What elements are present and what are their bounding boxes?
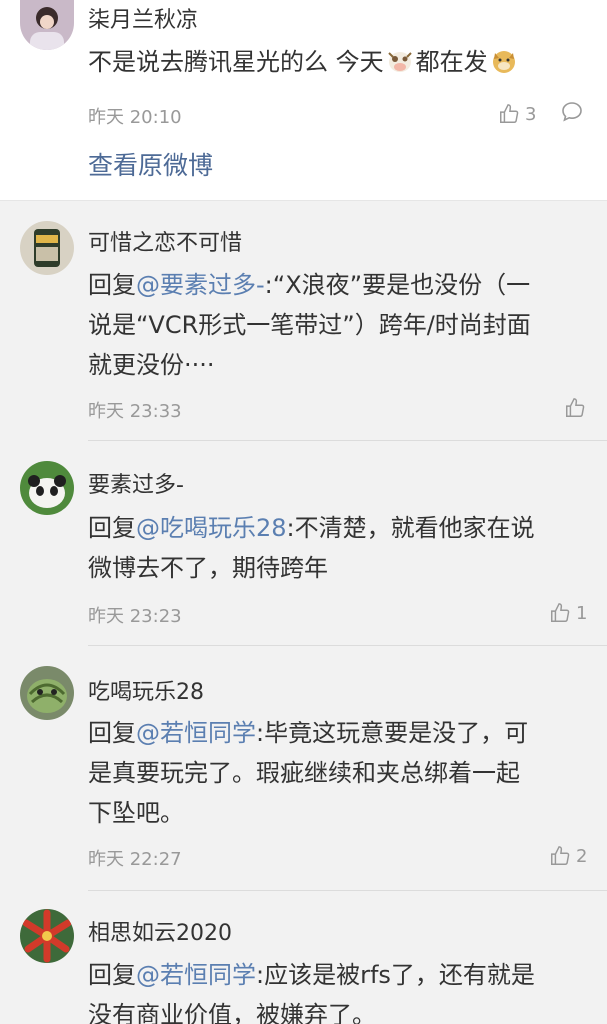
original-comment-card: 柒月兰秋凉 不是说去腾讯星光的么 今天 都在发 昨天 20:10 3 查看原微博 [0, 0, 607, 201]
reply-line: 说是“VCR形式一笔带过”）跨年/时尚封面 [88, 311, 531, 339]
reply-text: 回复@若恒同学:毕竟这玩意要是没了，可 是真要玩完了。瑕疵继续和夹总绑着一起 下… [88, 713, 588, 833]
view-original-link[interactable]: 查看原微博 [88, 146, 213, 182]
like-count: 2 [576, 845, 588, 867]
reply-line: :“X浪夜”要是也没份（一 [264, 271, 531, 299]
mention-link[interactable]: @若恒同学 [136, 719, 256, 747]
avatar[interactable] [20, 221, 74, 275]
reply-line: :毕竟这玩意要是没了，可 [256, 719, 529, 747]
comment-text-part2: 都在发 [415, 48, 488, 76]
reply-line: 没有商业价值，被嫌弃了。 [88, 1001, 376, 1024]
reply-text: 回复@要素过多-:“X浪夜”要是也没份（一 说是“VCR形式一笔带过”）跨年/时… [88, 265, 588, 385]
reply-item: 要素过多- 回复@吃喝玩乐28:不清楚，就看他家在说 微博去不了，期待跨年 昨天… [0, 441, 607, 646]
reply-line: 是真要玩完了。瑕疵继续和夹总绑着一起 [88, 759, 520, 787]
reply-item: 可惜之恋不可惜 回复@要素过多-:“X浪夜”要是也没份（一 说是“VCR形式一笔… [0, 201, 607, 441]
reply-item: 吃喝玩乐28 回复@若恒同学:毕竟这玩意要是没了，可 是真要玩完了。瑕疵继续和夹… [0, 646, 607, 891]
thumbs-up-icon [551, 846, 570, 865]
like-button[interactable]: 3 [498, 101, 536, 127]
mention-link[interactable]: @吃喝玩乐28 [136, 514, 287, 542]
comment-icon[interactable] [560, 100, 586, 126]
cow-emoji [386, 46, 414, 72]
like-count: 3 [525, 103, 537, 125]
thumbs-up-icon [500, 104, 519, 123]
username[interactable]: 吃喝玩乐28 [88, 674, 204, 706]
reply-line: 就更没份···· [88, 351, 215, 379]
username[interactable]: 柒月兰秋凉 [88, 2, 198, 34]
reply-time: 昨天 23:23 [88, 606, 182, 627]
reply-prefix: 回复 [88, 719, 136, 747]
mention-link[interactable]: @要素过多- [136, 271, 265, 299]
comment-text-part1: 不是说去腾讯星光的么 今天 [88, 48, 384, 76]
username[interactable]: 可惜之恋不可惜 [88, 225, 242, 257]
doge-emoji [490, 46, 518, 73]
avatar[interactable] [20, 909, 74, 963]
avatar[interactable] [20, 461, 74, 515]
reply-time: 昨天 22:27 [88, 849, 182, 870]
reply-prefix: 回复 [88, 514, 136, 542]
reply-line: 微博去不了，期待跨年 [88, 554, 328, 582]
reply-prefix: 回复 [88, 271, 136, 299]
like-button[interactable]: 1 [549, 600, 587, 626]
reply-text: 回复@吃喝玩乐28:不清楚，就看他家在说 微博去不了，期待跨年 [88, 508, 588, 588]
avatar[interactable] [20, 0, 74, 50]
reply-line: 下坠吧。 [88, 799, 184, 827]
like-button[interactable]: 2 [549, 843, 587, 869]
reply-line: :应该是被rfs了，还有就是 [256, 961, 535, 989]
comment-text: 不是说去腾讯星光的么 今天 都在发 [88, 42, 588, 82]
username[interactable]: 要素过多- [88, 467, 184, 499]
reply-time: 昨天 23:33 [88, 401, 182, 422]
avatar[interactable] [20, 666, 74, 720]
like-count: 1 [576, 602, 588, 624]
reply-item: 相思如云2020 回复@若恒同学:应该是被rfs了，还有就是 没有商业价值，被嫌… [0, 891, 607, 1024]
like-button[interactable] [564, 395, 591, 421]
mention-link[interactable]: @若恒同学 [136, 961, 256, 989]
reply-prefix: 回复 [88, 961, 136, 989]
thumbs-up-icon [566, 398, 585, 417]
reply-line: :不清楚，就看他家在说 [286, 514, 535, 542]
reply-text: 回复@若恒同学:应该是被rfs了，还有就是 没有商业价值，被嫌弃了。 [88, 955, 588, 1024]
comment-time: 昨天 20:10 [88, 107, 182, 128]
username[interactable]: 相思如云2020 [88, 915, 232, 947]
thumbs-up-icon [551, 603, 570, 622]
